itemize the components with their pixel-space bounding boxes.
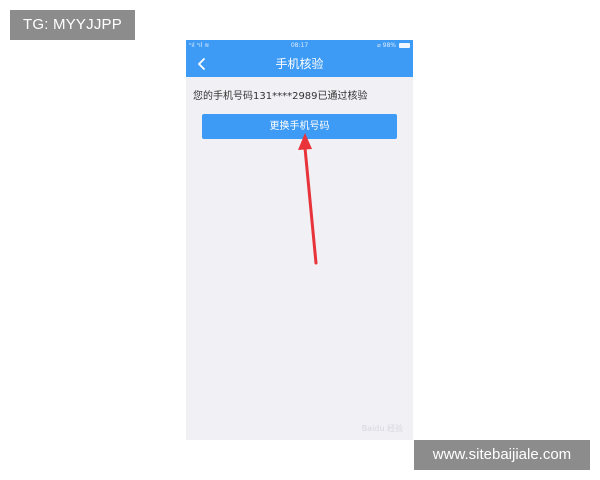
verified-status-text: 您的手机号码131****2989已通过核验 — [193, 91, 368, 102]
baidu-jingyan-watermark: Baidu 经验 — [361, 424, 403, 433]
page-title: 手机核验 — [275, 57, 324, 71]
nav-bar: 手机核验 — [186, 51, 413, 77]
back-button[interactable] — [192, 54, 212, 74]
change-phone-number-button[interactable]: 更换手机号码 — [202, 114, 397, 139]
site-watermark-label: www.sitebaijiale.com — [414, 440, 590, 470]
chevron-left-icon — [198, 58, 205, 70]
battery-percent: ⌀ 98% — [377, 42, 396, 49]
tg-watermark-label: TG: MYYJJPP — [10, 10, 135, 40]
battery-icon — [399, 43, 410, 48]
status-bar: ⁿıl ⁿıl ≋ 08:17 ⌀ 98% — [186, 40, 413, 51]
screenshot-canvas: TG: MYYJJPP ⁿıl ⁿıl ≋ 08:17 ⌀ 98% 手机核验 您… — [0, 0, 600, 480]
phone-screen: ⁿıl ⁿıl ≋ 08:17 ⌀ 98% 手机核验 您的手机号码131****… — [186, 40, 413, 440]
